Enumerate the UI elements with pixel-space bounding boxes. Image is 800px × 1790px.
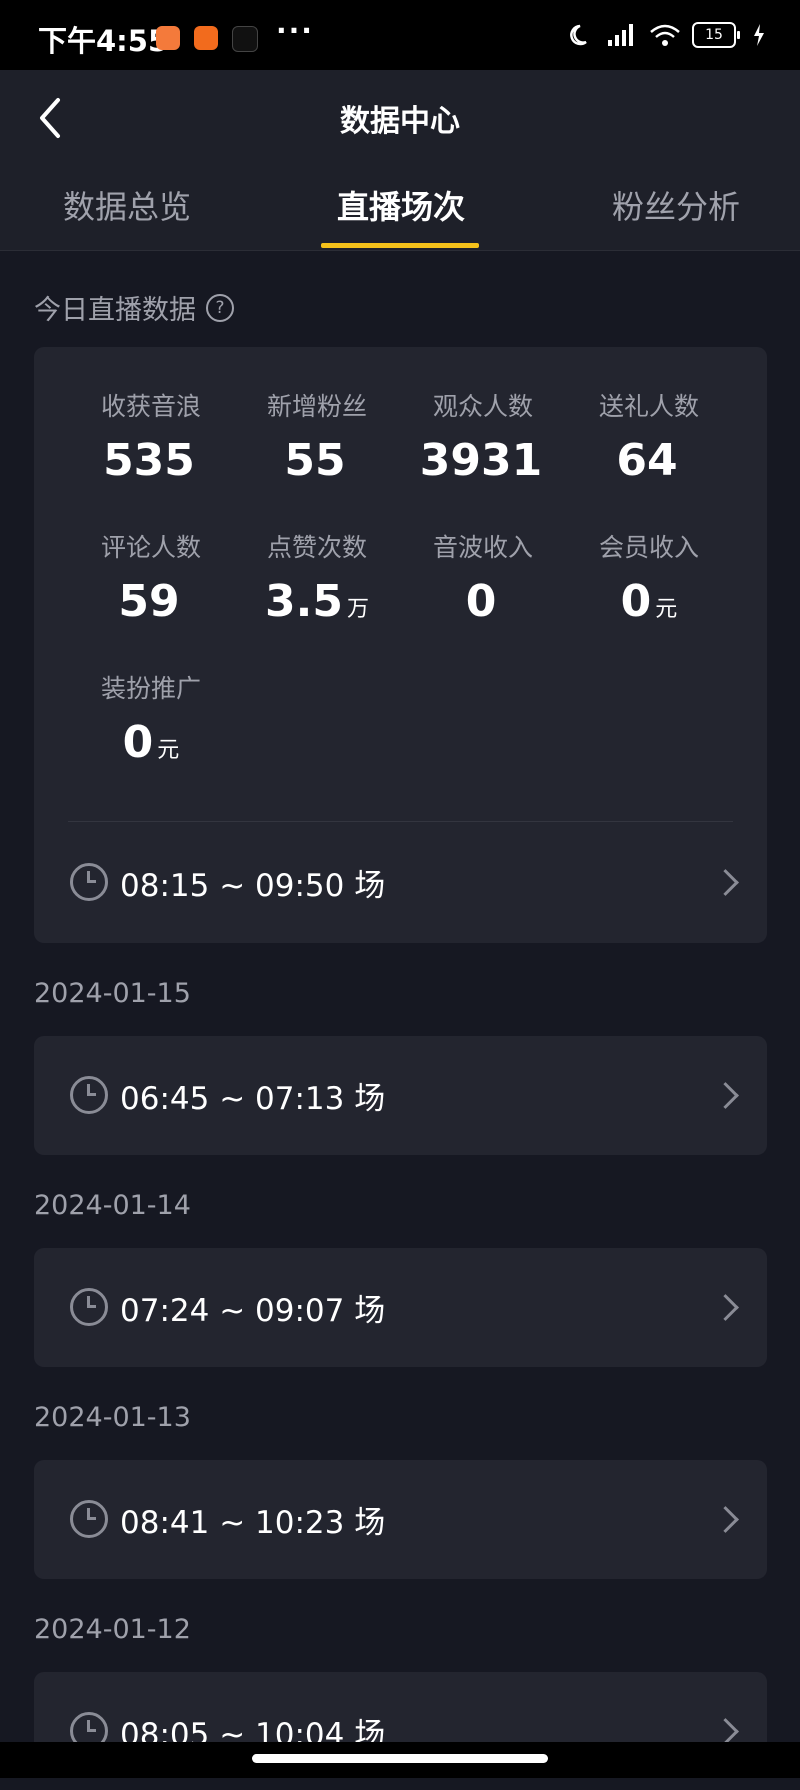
hd-signal-icon xyxy=(608,24,633,46)
session-card[interactable]: 07:24 ~ 09:07 场 xyxy=(34,1248,767,1367)
stat-item: 观众人数 3931 xyxy=(398,387,568,486)
chevron-right-icon xyxy=(712,1293,739,1321)
session-time: 08:41 ~ 10:23 场 xyxy=(120,1504,386,1541)
stat-value: 3931 xyxy=(419,435,543,486)
stat-item: 评论人数 59 xyxy=(66,528,236,627)
wifi-icon xyxy=(650,24,680,46)
chevron-right-icon xyxy=(712,1505,739,1533)
date-label: 2024-01-13 xyxy=(34,1402,191,1433)
session-card[interactable]: 08:41 ~ 10:23 场 xyxy=(34,1460,767,1579)
stat-item: 新增粉丝 55 xyxy=(232,387,402,486)
stat-label: 会员收入 xyxy=(598,533,699,562)
stat-label: 收获音浪 xyxy=(100,392,201,421)
mi-icon xyxy=(194,26,218,50)
stat-label: 点赞次数 xyxy=(266,533,367,562)
header: 数据中心 数据总览 直播场次 粉丝分析 xyxy=(0,70,800,251)
stat-item: 会员收入 0元 xyxy=(564,528,734,627)
status-bar: 下午4:55 ··· 15 xyxy=(0,0,800,70)
stat-value: 64 xyxy=(616,435,678,486)
session-time: 08:15 ~ 09:50 场 xyxy=(120,867,386,904)
stat-item: 收获音浪 535 xyxy=(66,387,236,486)
section-title-today: 今日直播数据 ? xyxy=(34,288,234,327)
session-time: 07:24 ~ 09:07 场 xyxy=(120,1292,386,1329)
stat-value: 55 xyxy=(284,435,346,486)
clock-icon xyxy=(70,863,108,901)
today-stats-card: 收获音浪 535 新增粉丝 55 观众人数 3931 送礼人数 64 评论人数 … xyxy=(34,347,767,943)
clock-icon xyxy=(70,1076,108,1114)
session-card[interactable]: 06:45 ~ 07:13 场 xyxy=(34,1036,767,1155)
tiktok-icon xyxy=(232,26,258,52)
charging-icon xyxy=(754,24,764,46)
moon-icon xyxy=(570,24,587,46)
tab-fan-analysis[interactable]: 粉丝分析 xyxy=(612,182,740,228)
session-row[interactable]: 08:41 ~ 10:23 场 xyxy=(34,1460,767,1578)
status-icons: 15 xyxy=(568,22,766,48)
battery-icon: 15 xyxy=(692,22,740,48)
clock-icon xyxy=(70,1288,108,1326)
status-time: 下午4:55 xyxy=(38,24,169,58)
stat-item: 点赞次数 3.5 万 xyxy=(232,528,402,627)
page-title: 数据中心 xyxy=(340,104,460,139)
stat-label: 评论人数 xyxy=(100,533,201,562)
date-label: 2024-01-12 xyxy=(34,1614,191,1645)
chevron-right-icon xyxy=(712,1081,739,1109)
clock-icon xyxy=(70,1500,108,1538)
session-row[interactable]: 06:45 ~ 07:13 场 xyxy=(34,1036,767,1154)
date-label: 2024-01-15 xyxy=(34,978,191,1009)
stat-item: 装扮推广 0元 xyxy=(66,669,236,768)
section-title-text: 今日直播数据 xyxy=(34,295,196,326)
chevron-right-icon xyxy=(712,868,739,896)
stat-label: 新增粉丝 xyxy=(266,392,367,421)
active-tab-indicator xyxy=(321,243,479,248)
home-indicator[interactable] xyxy=(252,1754,548,1763)
chevron-right-icon xyxy=(712,1717,739,1745)
stat-label: 装扮推广 xyxy=(100,674,201,703)
stat-item: 音波收入 0 xyxy=(398,528,568,627)
tab-overview[interactable]: 数据总览 xyxy=(63,182,191,228)
xiaomi-app-icon xyxy=(156,26,180,50)
stat-value: 59 xyxy=(118,576,180,627)
session-row-today[interactable]: 08:15 ~ 09:50 场 xyxy=(34,823,767,941)
stat-value: 0 xyxy=(465,576,497,627)
stat-label: 送礼人数 xyxy=(598,392,699,421)
stat-label: 音波收入 xyxy=(432,533,533,562)
stat-value: 3.5 万 xyxy=(265,576,369,627)
more-notifications-icon: ··· xyxy=(276,14,314,47)
stat-value: 0元 xyxy=(620,576,678,627)
session-time: 06:45 ~ 07:13 场 xyxy=(120,1080,386,1117)
stat-value: 0元 xyxy=(122,717,180,768)
session-row[interactable]: 07:24 ~ 09:07 场 xyxy=(34,1248,767,1366)
stat-item: 送礼人数 64 xyxy=(564,387,734,486)
stat-label: 观众人数 xyxy=(432,392,533,421)
divider xyxy=(68,821,733,822)
tab-live-sessions[interactable]: 直播场次 xyxy=(337,182,465,228)
stat-value: 535 xyxy=(103,435,195,486)
help-icon[interactable]: ? xyxy=(206,293,234,322)
date-label: 2024-01-14 xyxy=(34,1190,191,1221)
